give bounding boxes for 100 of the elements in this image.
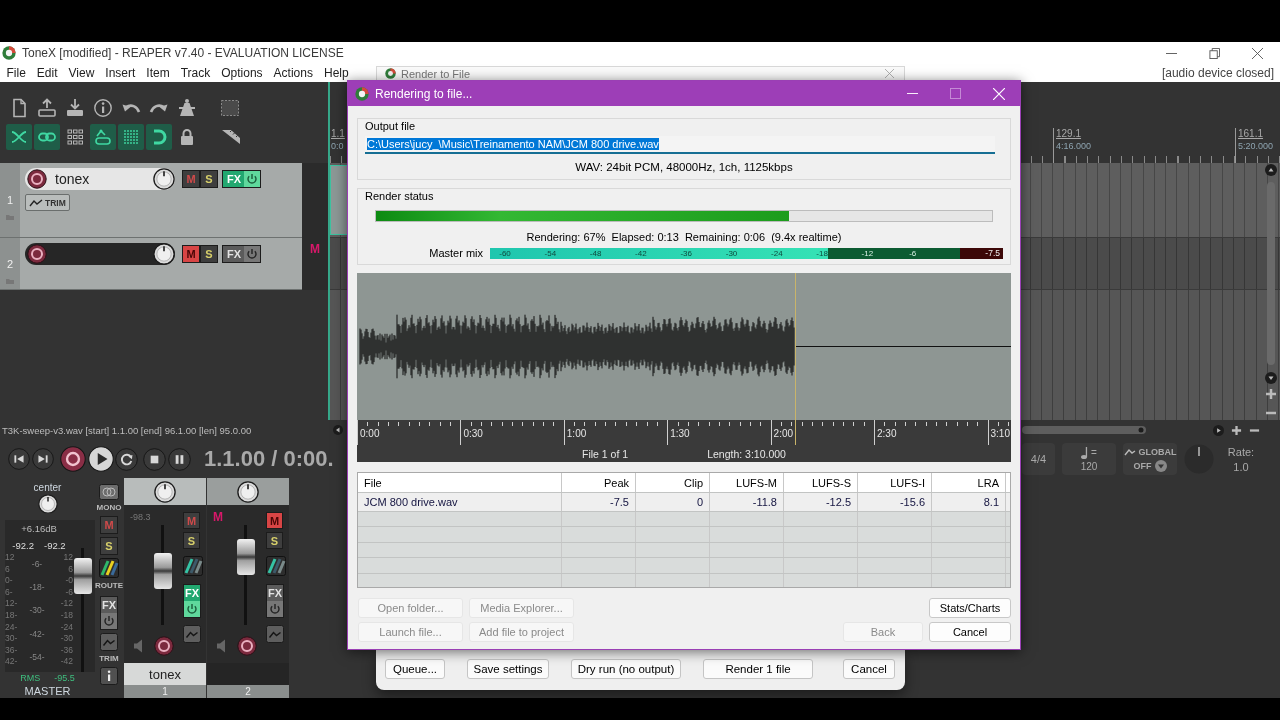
track-header[interactable]: 1 tonex M S FX TRIM — [0, 163, 302, 238]
column-header[interactable]: File — [358, 473, 562, 492]
info-button[interactable] — [100, 667, 118, 685]
skip-back-icon[interactable] — [8, 448, 30, 470]
menu-item[interactable]: Actions — [268, 66, 319, 80]
mute-button[interactable]: M — [266, 512, 283, 529]
toolbar-toggle-button[interactable] — [6, 124, 32, 150]
pan-knob[interactable] — [37, 494, 58, 514]
zoom-in-icon[interactable] — [1231, 424, 1242, 436]
solo-button[interactable]: S — [200, 170, 218, 188]
route-icon[interactable] — [99, 558, 119, 578]
skip-forward-icon[interactable] — [32, 448, 54, 470]
info-icon[interactable] — [93, 98, 113, 118]
menu-item[interactable]: View — [63, 66, 100, 80]
dialog-button[interactable]: Render 1 file — [703, 659, 813, 679]
record-arm-icon[interactable] — [237, 636, 257, 656]
toolbar-toggle-button[interactable] — [34, 124, 60, 150]
menu-item[interactable]: File — [1, 66, 32, 80]
track-header[interactable]: 2 M S FX — [0, 238, 302, 290]
pan-knob[interactable] — [237, 480, 259, 503]
scale-label: 6- — [5, 586, 14, 599]
output-path-field[interactable]: C:\Users\jucy_\Music\Treinamento NAM\JCM 800 drive.wav — [365, 136, 995, 154]
scrollbar-thumb[interactable] — [1267, 182, 1275, 365]
scale-label: -42- — [29, 627, 45, 641]
solo-button[interactable]: S — [100, 537, 118, 555]
time-label: 2:00 — [770, 420, 794, 445]
close-icon[interactable] — [885, 69, 894, 78]
dialog-button[interactable]: Queue... — [385, 659, 445, 679]
pause-icon[interactable] — [168, 447, 191, 471]
menu-item[interactable]: Item — [140, 66, 176, 80]
fx-button[interactable]: FX — [100, 596, 118, 630]
volume-knob[interactable] — [153, 243, 175, 265]
envelope-button[interactable] — [100, 633, 118, 651]
record-icon[interactable] — [60, 446, 86, 472]
toolbar-toggle-button[interactable] — [90, 124, 116, 150]
column-header[interactable]: LUFS-I — [858, 473, 932, 492]
column-header[interactable]: LUFS-M — [710, 473, 784, 492]
dialog-button[interactable]: Dry run (no output) — [571, 659, 681, 679]
fader-thumb[interactable] — [74, 557, 92, 594]
speaker-icon[interactable] — [216, 639, 228, 653]
download-tray-icon[interactable] — [65, 98, 85, 118]
scroll-down-icon[interactable] — [1265, 372, 1277, 384]
time-label: 1:00 — [563, 420, 587, 445]
dialog-button[interactable]: Stats/Charts — [929, 598, 1011, 618]
route-icon[interactable] — [183, 556, 203, 576]
fx-button[interactable]: FX — [266, 584, 284, 618]
record-arm-icon[interactable] — [27, 244, 47, 264]
dropdown-icon — [1154, 460, 1167, 472]
menu-item[interactable]: Help — [318, 66, 355, 80]
fader-thumb[interactable] — [154, 553, 172, 590]
trim-button[interactable]: TRIM — [25, 194, 70, 211]
toolbar-toggle-button[interactable] — [118, 124, 144, 150]
menu-item[interactable]: Insert — [99, 66, 141, 80]
menu-item[interactable]: Edit — [31, 66, 64, 80]
column-header[interactable]: LUFS-S — [784, 473, 858, 492]
meter-tick-label: -60 — [499, 247, 511, 259]
dialog-button[interactable]: Cancel — [843, 659, 895, 679]
column-header[interactable]: Peak — [562, 473, 636, 492]
upload-tray-icon[interactable] — [37, 98, 57, 118]
fader-thumb[interactable] — [237, 539, 255, 576]
solo-button[interactable]: S — [183, 532, 200, 549]
fx-button[interactable]: FX — [222, 245, 262, 263]
scrollbar-thumb[interactable] — [1022, 425, 1146, 435]
envelope-button[interactable] — [266, 625, 284, 643]
record-arm-icon[interactable] — [27, 169, 47, 189]
menu-item[interactable]: Options — [215, 66, 269, 80]
volume-knob[interactable] — [153, 168, 175, 190]
mute-button[interactable]: M — [182, 245, 200, 263]
speaker-icon[interactable] — [133, 639, 145, 653]
column-header[interactable]: Clip — [636, 473, 710, 492]
time-label: 0:0 — [331, 140, 345, 152]
automation-mode-button[interactable]: GLOBAL OFF — [1123, 443, 1177, 475]
track-name-field[interactable] — [25, 243, 175, 265]
metronome-icon[interactable] — [177, 98, 197, 118]
envelope-button[interactable] — [183, 625, 201, 643]
menu-item[interactable]: Track — [175, 66, 216, 80]
play-icon[interactable] — [88, 446, 114, 472]
dialog-button[interactable]: Cancel — [929, 622, 1011, 642]
record-arm-icon[interactable] — [154, 636, 174, 656]
time-signature-display[interactable]: 4/4 — [1022, 443, 1055, 475]
tempo-display[interactable]: = 120 — [1062, 443, 1116, 475]
track-name-field[interactable]: tonex — [25, 168, 175, 190]
zoom-in-icon[interactable] — [1265, 388, 1277, 400]
toolbar-toggle-button[interactable] — [146, 124, 172, 150]
scroll-up-icon[interactable] — [1265, 164, 1277, 176]
play-circle-icon[interactable] — [1213, 424, 1224, 436]
mono-icon[interactable] — [99, 484, 119, 500]
loop-icon[interactable] — [115, 447, 138, 471]
restore-icon[interactable] — [1209, 47, 1220, 59]
track-name-panel[interactable]: tonex — [124, 663, 206, 685]
scroll-left-icon[interactable] — [333, 425, 343, 435]
dialog-button[interactable]: Save settings — [467, 659, 549, 679]
close-icon[interactable] — [1252, 47, 1263, 59]
solo-button[interactable]: S — [200, 245, 218, 263]
dashed-rectangle-icon[interactable] — [220, 98, 240, 118]
pan-knob[interactable] — [154, 480, 176, 503]
solo-button[interactable]: S — [266, 532, 283, 549]
stop-icon[interactable] — [143, 447, 166, 471]
route-icon[interactable] — [266, 556, 286, 576]
column-header[interactable]: LRA — [932, 473, 1006, 492]
